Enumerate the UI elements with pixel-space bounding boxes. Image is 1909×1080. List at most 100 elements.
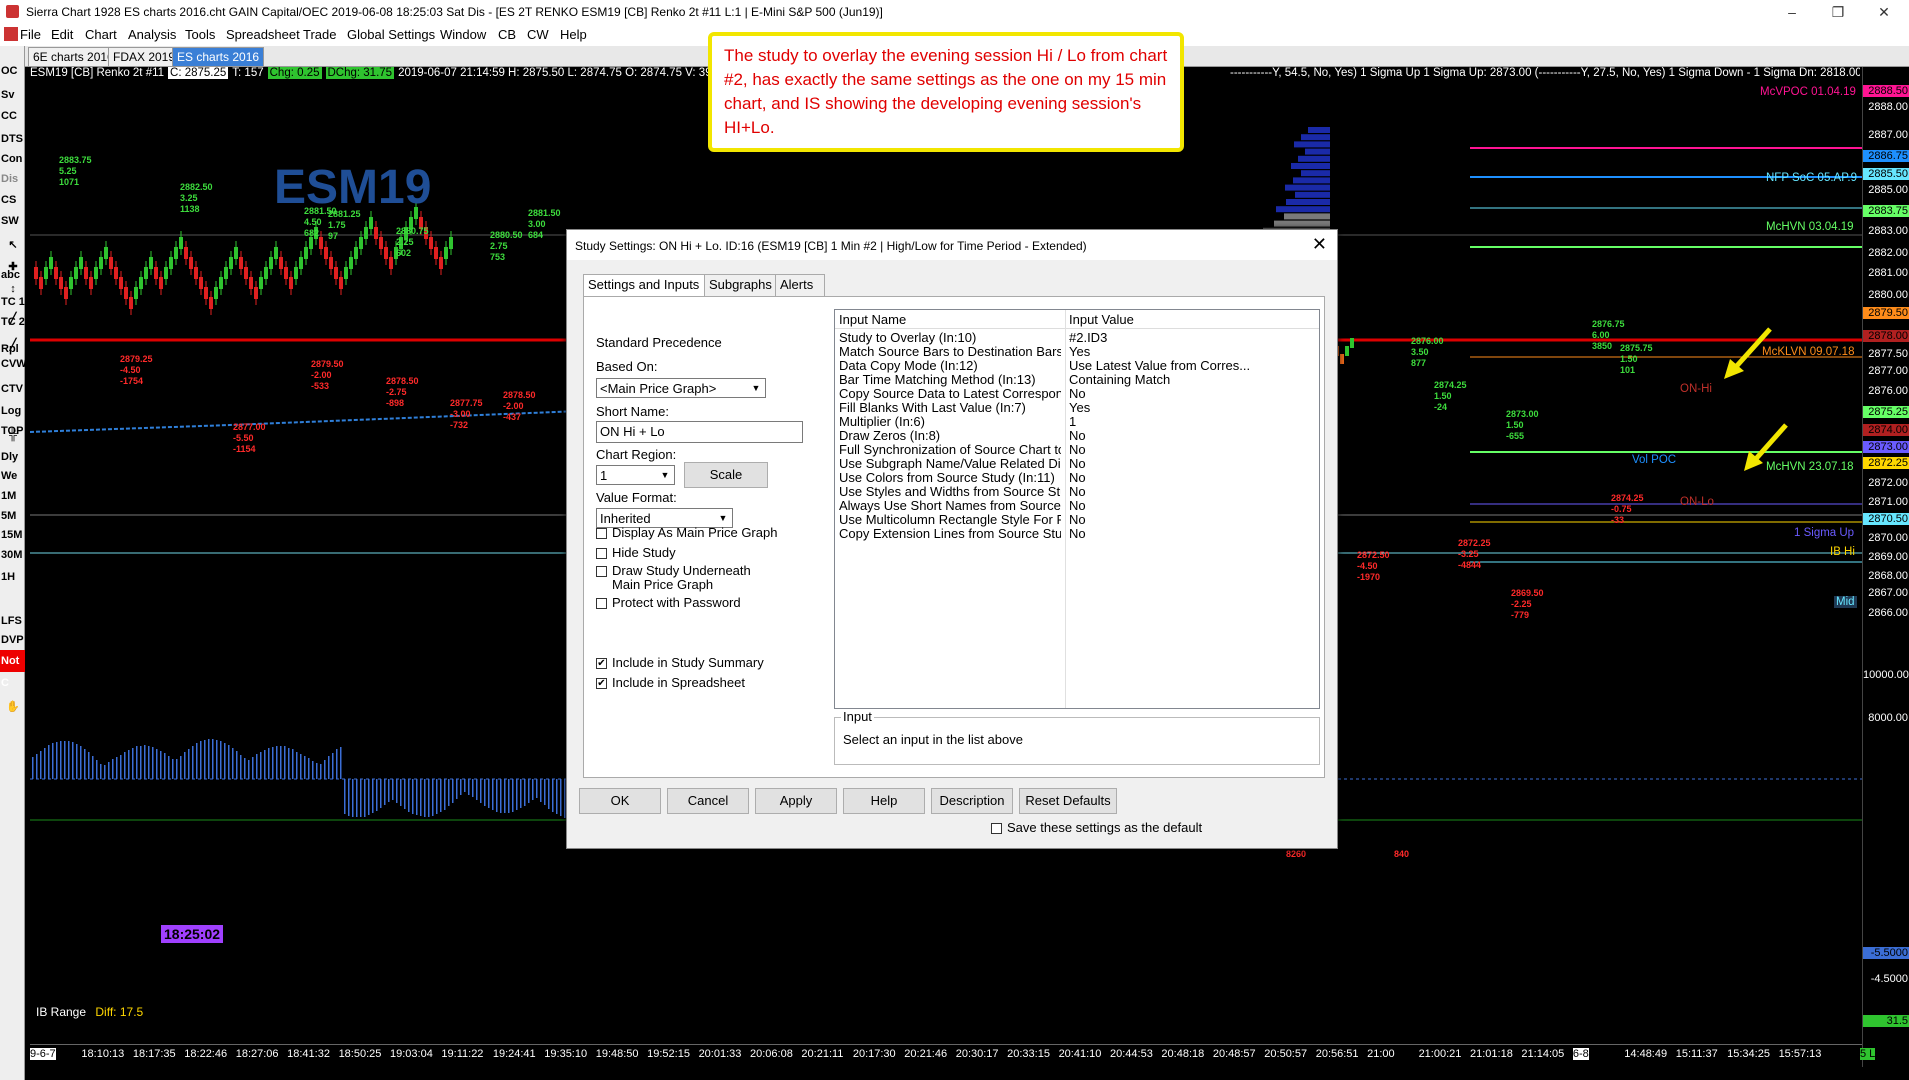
checkbox[interactable] [596,528,607,539]
header-input-value[interactable]: Input Value [1069,312,1134,327]
ray-tool-icon[interactable]: ╱ [0,334,25,356]
toolbar-15m[interactable]: 15M [0,524,25,546]
minimize-button[interactable]: – [1769,0,1815,24]
bar-annotation-up: 2881.50 [528,208,561,218]
inputs-list-header: Input Name Input Value [835,310,1319,329]
toolbar-not-c[interactable]: Not C [0,650,25,689]
toolbar-30m[interactable]: 30M [0,544,25,566]
header-input-name[interactable]: Input Name [839,312,906,327]
bar-annotation-up: 1.50 [1506,420,1524,430]
delta-bar [44,748,46,779]
menu-app-icon[interactable] [4,27,18,41]
close-window-button[interactable]: ✕ [1861,0,1907,24]
maximize-button[interactable]: ❐ [1815,0,1861,24]
scale-button[interactable]: Scale [684,462,768,488]
menu-file[interactable]: File [20,27,41,42]
delta-bar [500,779,502,813]
toolbar-we[interactable]: We [0,465,25,487]
short-name-input[interactable]: ON Hi + Lo [596,421,803,443]
delta-bar [520,779,522,808]
chart-region-select[interactable]: 1 ▼ [596,465,675,485]
tab-alerts[interactable]: Alerts [775,274,825,298]
line-tool-icon[interactable]: ╱ [0,308,25,330]
cancel-button[interactable]: Cancel [667,788,749,814]
price-axis[interactable]: 2888.50 2888.00 2887.00 2886.75 2885.50 2885.… [1862,67,1909,1067]
cursor-icon[interactable]: ↖ [0,234,25,256]
toolbar-cs[interactable]: CS [0,189,25,211]
toolbar-cvw[interactable]: CVW [0,353,27,375]
tab-6e-charts[interactable]: 6E charts 2016 [28,47,119,67]
time-axis[interactable]: 9-6-7 18:10:13 18:17:35 18:22:46 18:27:06 18:… [30,1044,1876,1065]
toolbar-oc[interactable]: OC [0,60,25,82]
toolbar-con[interactable]: Con [0,148,25,170]
menu-chart[interactable]: Chart [85,27,117,42]
toolbar-dts[interactable]: DTS [0,128,25,150]
price-label: 2886.75 [1863,150,1909,162]
bar-annotation-down: -1970 [1357,572,1381,582]
checkbox[interactable]: ✔ [596,678,607,689]
delta-bar [212,739,214,779]
input-row[interactable]: Copy Extension Lines from Source Study (… [835,525,1319,542]
menu-window[interactable]: Window [440,27,486,42]
menu-cw[interactable]: CW [527,27,549,42]
toolbar-log[interactable]: Log [0,400,25,422]
toolbar-1h[interactable]: 1H [0,566,25,588]
tab-subgraphs[interactable]: Subgraphs [704,274,782,298]
toolbar-sw[interactable]: SW [0,210,25,232]
chevron-down-icon[interactable]: ▼ [658,468,672,482]
checkbox-label: Draw Study Underneath [612,563,751,578]
toolbar-dis[interactable]: Dis [0,168,25,190]
delta-bar [560,779,562,816]
crosshair-icon[interactable]: ✚ [0,256,25,278]
delta-bar [472,779,474,797]
menu-spreadsheet[interactable]: Spreadsheet [226,27,300,42]
menu-analysis[interactable]: Analysis [128,27,176,42]
toolbar-dvp[interactable]: DVP [0,629,25,651]
tab-es-charts[interactable]: ES charts 2016 [172,47,265,67]
save-default-checkbox[interactable] [991,823,1002,834]
move-icon[interactable]: ↕ [0,278,25,300]
toolbar-ctv[interactable]: CTV [0,378,25,400]
delta-bar [268,748,270,779]
ok-button[interactable]: OK [579,788,661,814]
chevron-down-icon[interactable]: ▼ [716,511,730,525]
delta-bar [224,743,226,779]
toolbar-1m[interactable]: 1M [0,485,25,507]
menu-edit[interactable]: Edit [51,27,73,42]
price-label: 2870.00 [1868,532,1908,544]
inputs-list[interactable]: Input Name Input Value Study to Overlay … [834,309,1320,709]
tab-fdax[interactable]: FDAX 2019 [108,47,181,67]
menu-trade[interactable]: Trade [303,27,336,42]
checkbox[interactable] [596,566,607,577]
help-button[interactable]: Help [843,788,925,814]
checkbox[interactable]: ✔ [596,658,607,669]
time-label: 5 L [1860,1048,1876,1060]
checkbox[interactable] [596,548,607,559]
price-label: 2872.25 [1863,457,1909,469]
renko-bar [1350,338,1354,348]
menu-tools[interactable]: Tools [185,27,215,42]
checkbox[interactable] [596,598,607,609]
toolbar-cc[interactable]: CC [0,105,25,127]
short-name-label: Short Name: [596,404,669,419]
profile-bar [1294,141,1330,148]
menu-cb[interactable]: CB [498,27,516,42]
hand-icon[interactable]: ✋ [0,696,25,718]
apply-button[interactable]: Apply [755,788,837,814]
study-settings-dialog: Study Settings: ON Hi + Lo. ID:16 (ESM19… [566,229,1338,849]
menu-help[interactable]: Help [560,27,587,42]
chevron-down-icon[interactable]: ▼ [749,381,763,395]
reset-defaults-button[interactable]: Reset Defaults [1019,788,1117,814]
menu-global-settings[interactable]: Global Settings [347,27,435,42]
info-dchg: DChg: 31.75 [325,67,395,79]
level-label: NFP SoC 05.AP.9 [1766,172,1857,184]
delta-bar [404,779,406,809]
based-on-select[interactable]: <Main Price Graph> ▼ [596,378,766,398]
delta-bar [152,747,154,779]
toolbar-sv[interactable]: Sv [0,84,25,106]
dialog-close-icon[interactable]: ✕ [1312,234,1327,255]
description-button[interactable]: Description [931,788,1013,814]
info-close: C: 2875.25 [168,67,229,79]
delta-bar [496,779,498,812]
grid-icon[interactable]: ╬ [0,424,25,446]
